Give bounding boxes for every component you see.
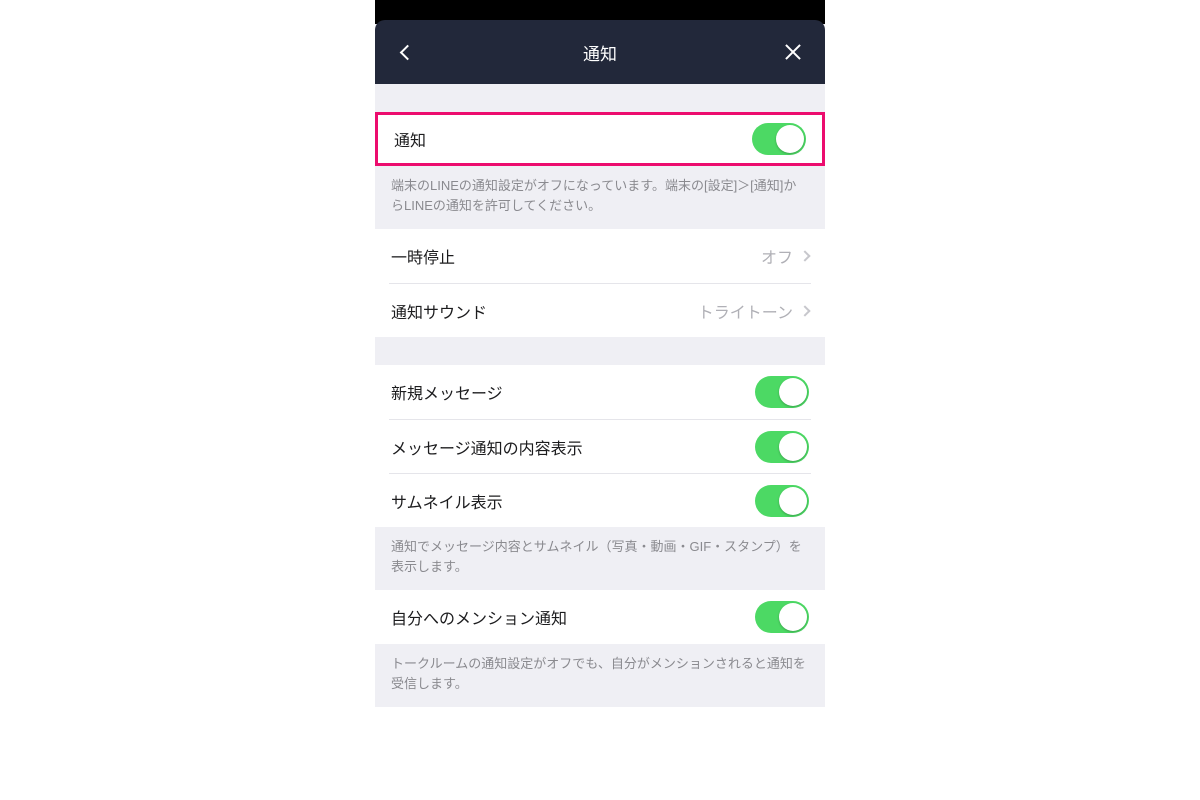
label-pause: 一時停止 — [391, 244, 455, 268]
chevron-right-icon — [799, 250, 810, 261]
label-thumbnail: サムネイル表示 — [391, 489, 503, 513]
row-pause[interactable]: 一時停止 オフ — [375, 229, 825, 283]
row-new-message[interactable]: 新規メッセージ — [375, 365, 825, 419]
section-mention: 自分へのメンション通知 — [375, 590, 825, 644]
section-message: 新規メッセージ メッセージ通知の内容表示 サムネイル表示 — [375, 365, 825, 527]
toggle-mention[interactable] — [755, 601, 809, 633]
row-notifications-master[interactable]: 通知 — [378, 115, 822, 163]
back-button[interactable] — [395, 40, 419, 64]
label-message-preview: メッセージ通知の内容表示 — [391, 435, 583, 459]
value-pause: オフ — [761, 244, 793, 268]
close-icon — [784, 43, 802, 61]
value-sound: トライトーン — [698, 299, 793, 323]
toggle-new-message[interactable] — [755, 376, 809, 408]
row-sound[interactable]: 通知サウンド トライトーン — [389, 283, 811, 337]
row-mention[interactable]: 自分へのメンション通知 — [375, 590, 825, 644]
phone-screen: 通知 通知 端末のLINEの通知設定がオフになっています。端末の[設定]＞[通知… — [375, 0, 825, 707]
toggle-thumbnail[interactable] — [755, 485, 809, 517]
label-new-message: 新規メッセージ — [391, 380, 503, 404]
row-message-preview[interactable]: メッセージ通知の内容表示 — [389, 419, 811, 473]
highlight-box: 通知 — [375, 112, 825, 166]
row-thumbnail[interactable]: サムネイル表示 — [389, 473, 811, 527]
close-button[interactable] — [781, 40, 805, 64]
label-notifications-master: 通知 — [394, 127, 426, 151]
section-sound: 一時停止 オフ 通知サウンド トライトーン — [375, 229, 825, 337]
chevron-right-icon — [799, 305, 810, 316]
toggle-message-preview[interactable] — [755, 431, 809, 463]
footer-message: 通知でメッセージ内容とサムネイル（写真・動画・GIF・スタンプ）を表示します。 — [375, 527, 825, 590]
label-sound: 通知サウンド — [391, 299, 487, 323]
toggle-notifications-master[interactable] — [752, 123, 806, 155]
header-title: 通知 — [583, 40, 617, 65]
label-mention: 自分へのメンション通知 — [391, 605, 567, 629]
nav-header: 通知 — [375, 20, 825, 84]
footer-notifications-master: 端末のLINEの通知設定がオフになっています。端末の[設定]＞[通知]からLIN… — [375, 166, 825, 229]
footer-mention: トークルームの通知設定がオフでも、自分がメンションされると通知を受信します。 — [375, 644, 825, 707]
chevron-left-icon — [399, 44, 415, 60]
